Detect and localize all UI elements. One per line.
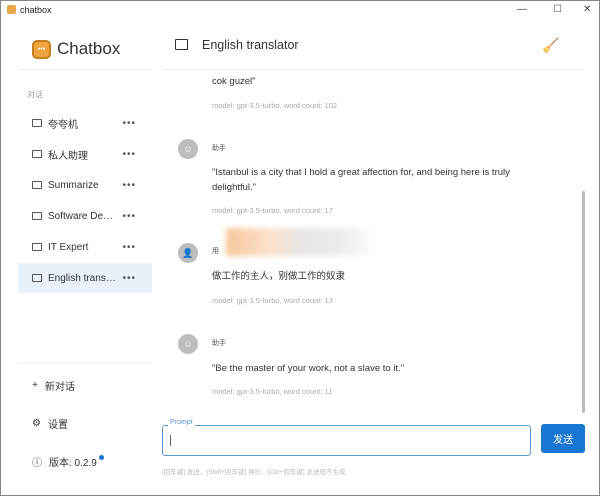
bot-avatar-icon: ☺ xyxy=(178,139,198,159)
version-info[interactable]: ⓘ 版本: 0.2.9 xyxy=(32,454,104,469)
section-label: 对话 xyxy=(27,90,43,99)
message-text: cok guzel" xyxy=(212,76,256,87)
chat-icon xyxy=(175,39,188,50)
version-label: 版本: 0.2.9 xyxy=(49,458,97,469)
settings-button[interactable]: ⚙ 设置 xyxy=(32,416,68,431)
item-label: English translator xyxy=(48,272,116,284)
item-label: Software Developer xyxy=(48,210,116,222)
chatbox-logo-icon: ••• xyxy=(32,39,51,59)
new-chat-label: 新对话 xyxy=(44,382,75,393)
chat-icon xyxy=(32,212,42,220)
chat-icon xyxy=(32,181,42,189)
chat-icon xyxy=(32,243,42,251)
prompt-input[interactable] xyxy=(162,425,531,456)
gear-icon: ⚙ xyxy=(32,418,41,429)
chat-icon xyxy=(32,274,42,282)
item-label: Summarize xyxy=(48,179,99,191)
message-role: 助手 xyxy=(212,145,226,152)
message-text: "Istanbul is a city that I hold a great … xyxy=(212,167,510,193)
item-label: IT Expert xyxy=(48,241,89,253)
message-text: 做工作的主人，别做工作的奴隶 xyxy=(212,271,346,282)
blurred-username xyxy=(226,228,376,256)
sidebar-item[interactable]: Summarize ••• xyxy=(18,170,152,200)
sidebar-item[interactable]: IT Expert ••• xyxy=(18,232,152,262)
new-chat-button[interactable]: + 新对话 xyxy=(32,378,75,393)
divider xyxy=(18,69,152,70)
plus-icon: + xyxy=(32,380,38,391)
message-text: "Be the master of your work, not a slave… xyxy=(212,363,405,374)
chat-icon xyxy=(32,150,42,158)
keyboard-hint: [回车键] 发送，[Shift+回车键] 换行，[Ctrl+回车键] 发送但不生… xyxy=(162,469,346,476)
more-icon[interactable]: ••• xyxy=(122,149,136,160)
divider xyxy=(162,69,585,70)
chat-icon xyxy=(32,119,42,127)
minimize-button[interactable]: — xyxy=(517,4,527,15)
update-dot xyxy=(98,455,104,460)
page-title: English translator xyxy=(202,38,299,52)
maximize-button[interactable]: ☐ xyxy=(553,4,562,15)
settings-label: 设置 xyxy=(47,420,68,431)
window-title: chatbox xyxy=(20,5,52,15)
bot-avatar-icon: ☺ xyxy=(178,334,198,354)
message-meta: model: gpt-3.5-turbo, word count: 13 xyxy=(212,296,333,305)
sidebar-item-selected[interactable]: English translator ••• xyxy=(18,263,152,293)
message-meta: model: gpt-3.5-turbo, word count: 17 xyxy=(212,206,333,215)
more-icon[interactable]: ••• xyxy=(122,242,136,253)
message-role: 用 xyxy=(212,248,219,255)
user-avatar-icon: 👤 xyxy=(178,243,198,263)
app-icon xyxy=(7,5,16,14)
item-label: 私人助理 xyxy=(48,150,88,162)
message-role: 助手 xyxy=(212,340,226,347)
scrollbar[interactable] xyxy=(582,191,585,413)
message-meta: model: gpt-3.5-turbo, word count: 102 xyxy=(212,101,338,110)
info-icon: ⓘ xyxy=(32,458,42,469)
text-caret xyxy=(170,435,171,446)
prompt-label: Prompt xyxy=(168,419,195,426)
item-label: 夸夸机 xyxy=(48,119,78,131)
sidebar-item[interactable]: Software Developer ••• xyxy=(18,201,152,231)
more-icon[interactable]: ••• xyxy=(122,180,136,191)
more-icon[interactable]: ••• xyxy=(122,118,136,129)
brand: ••• Chatbox xyxy=(32,39,120,59)
sidebar-item[interactable]: 私人助理 ••• xyxy=(18,139,152,169)
divider xyxy=(18,363,152,364)
more-icon[interactable]: ••• xyxy=(122,273,136,284)
close-button[interactable]: ✕ xyxy=(583,4,591,15)
more-icon[interactable]: ••• xyxy=(122,211,136,222)
sidebar-item[interactable]: 夸夸机 ••• xyxy=(18,108,152,138)
brand-name: Chatbox xyxy=(57,39,121,58)
title-bar: chatbox — ☐ ✕ xyxy=(1,1,600,19)
send-button[interactable]: 发送 xyxy=(541,424,585,453)
clean-icon[interactable]: 🧹 xyxy=(542,37,559,54)
message-meta: model: gpt-3.5-turbo, word count: 11 xyxy=(212,387,333,396)
